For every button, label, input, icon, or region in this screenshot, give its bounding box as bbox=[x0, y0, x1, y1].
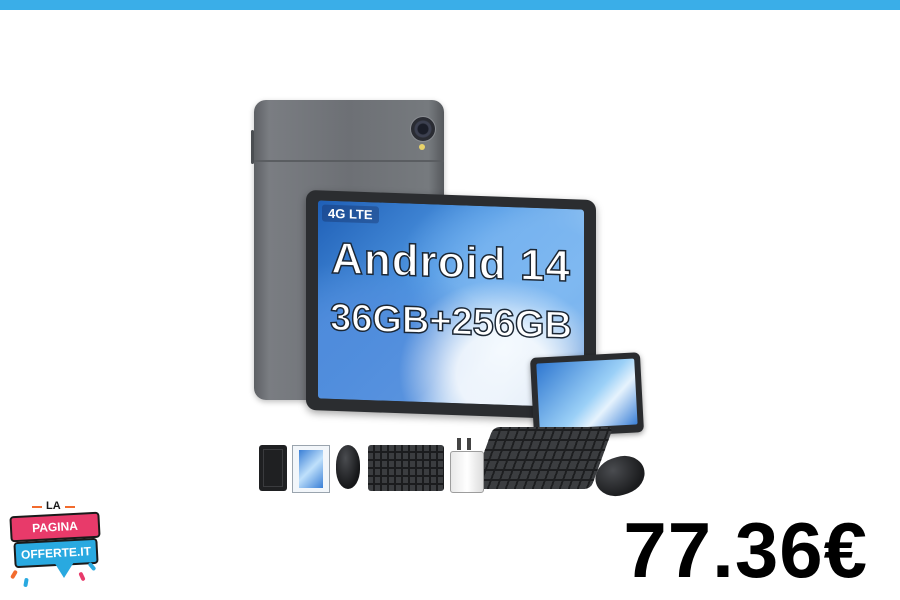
side-button bbox=[251, 130, 254, 164]
spark-icon bbox=[23, 577, 29, 588]
logo-top-text: LA bbox=[32, 500, 75, 512]
case-accessory-icon bbox=[259, 445, 287, 491]
top-accent-bar bbox=[0, 0, 900, 10]
screen-subtitle: 36GB+256GB bbox=[329, 296, 572, 348]
speech-tail-icon bbox=[54, 562, 74, 578]
mouse-accessory-icon bbox=[336, 445, 360, 489]
screen-protector-icon bbox=[292, 445, 330, 493]
price-label: 77.36€ bbox=[623, 506, 868, 594]
screen-badge: 4G LTE bbox=[322, 204, 379, 224]
product-image: 4G LTE Android 14 36GB+256GB bbox=[250, 95, 650, 505]
spark-icon bbox=[78, 571, 86, 582]
keyboard-case-tablet bbox=[529, 352, 645, 438]
charger-icon bbox=[450, 438, 484, 493]
keyboard-accessory-icon bbox=[368, 445, 444, 491]
site-logo: LA PAGINA DELLE OFFERTE.IT bbox=[8, 500, 101, 595]
keyboard-icon bbox=[470, 427, 614, 489]
screen-title: Android 14 bbox=[330, 233, 571, 292]
flash-icon bbox=[419, 144, 425, 150]
camera-icon bbox=[410, 116, 436, 142]
spark-icon bbox=[10, 569, 18, 580]
